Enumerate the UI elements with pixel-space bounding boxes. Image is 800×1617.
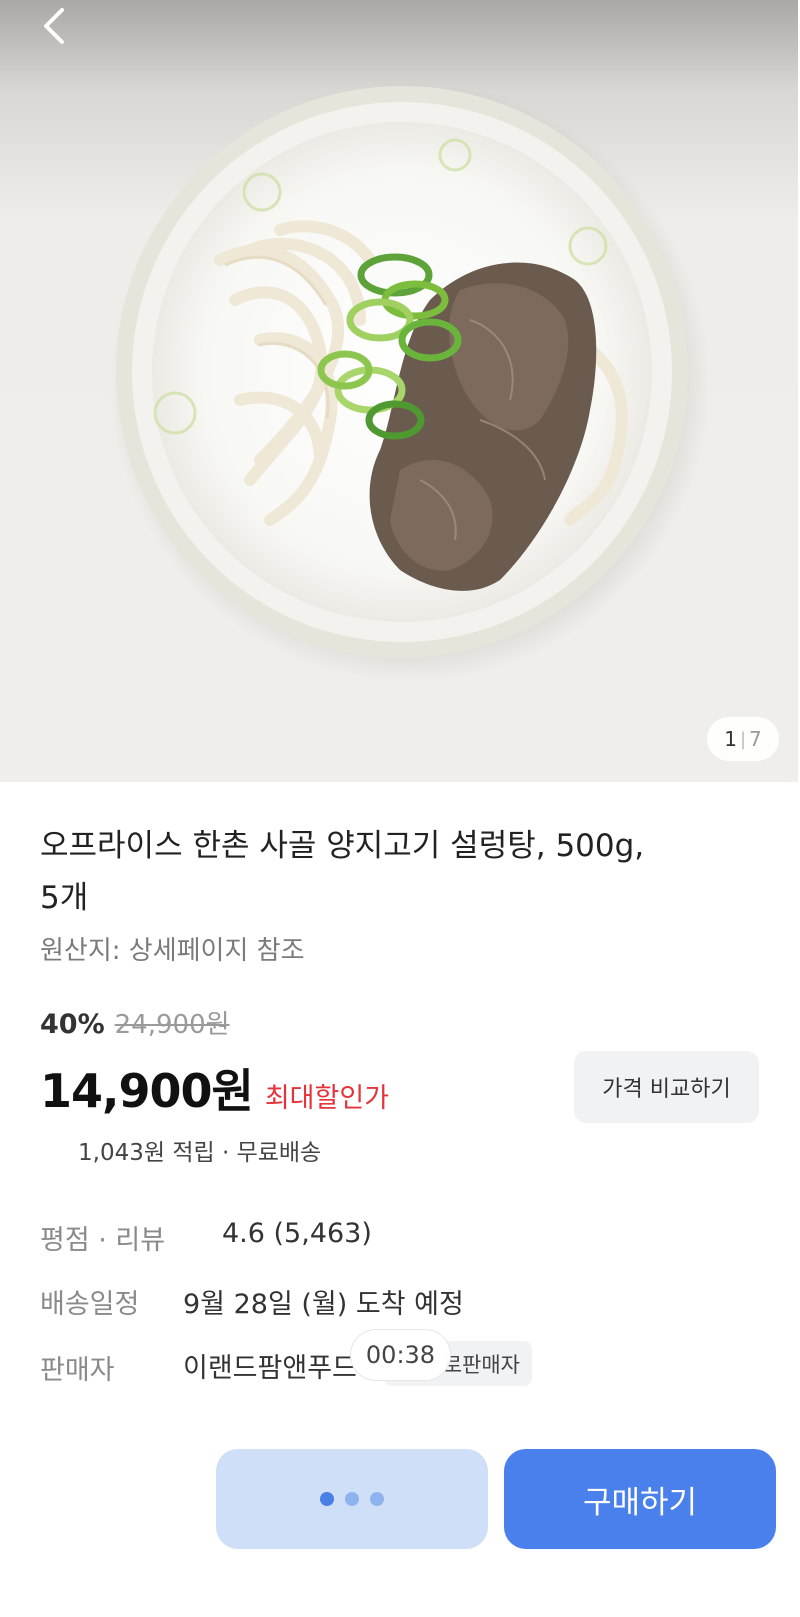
- image-counter: 1 | 7: [707, 717, 779, 761]
- product-origin: 원산지: 상세페이지 참조: [40, 936, 305, 966]
- soup-bowl-photo: [110, 82, 710, 682]
- loading-dot: [345, 1492, 359, 1506]
- product-title-line-1: 오프라이스 한촌 사골 양지고기 설렁탕, 500g,: [40, 828, 645, 864]
- image-counter-separator: |: [739, 728, 747, 750]
- chevron-left-icon: [40, 6, 68, 50]
- sale-price: 14,900원: [40, 1064, 254, 1118]
- original-price: 24,900원: [114, 1010, 230, 1040]
- max-discount-label: 최대할인가: [264, 1083, 390, 1114]
- delivery-label: 배송일정: [40, 1289, 140, 1320]
- product-title-line-2: 5개: [40, 880, 89, 916]
- product-title: 오프라이스 한촌 사골 양지고기 설렁탕, 500g, 5개: [40, 820, 680, 924]
- back-button[interactable]: [30, 2, 78, 54]
- buy-button[interactable]: 구매하기: [504, 1449, 776, 1549]
- timer-overlay: 00:38: [350, 1329, 451, 1381]
- discount-row: 40% 24,900원: [40, 1004, 230, 1041]
- reward-shipping-info: 1,043원 적립 · 무료배송: [78, 1140, 322, 1166]
- delivery-value: 9월 28일 (월) 도착 예정: [183, 1289, 464, 1320]
- loading-button[interactable]: [216, 1449, 488, 1549]
- rating-value[interactable]: 4.6 (5,463): [222, 1218, 372, 1249]
- discount-percent: 40%: [40, 1009, 105, 1040]
- loading-dot: [320, 1492, 334, 1506]
- image-counter-current: 1: [724, 727, 737, 751]
- rating-label: 평점 · 리뷰: [40, 1225, 166, 1256]
- seller-value[interactable]: 이랜드팜앤푸드: [183, 1346, 357, 1385]
- seller-label: 판매자: [40, 1355, 115, 1386]
- product-image[interactable]: 1 | 7: [0, 0, 800, 782]
- price-row: 14,900원 최대할인가: [40, 1055, 389, 1121]
- compare-price-button[interactable]: 가격 비교하기: [574, 1051, 759, 1123]
- image-counter-total: 7: [749, 727, 762, 751]
- loading-dot: [370, 1492, 384, 1506]
